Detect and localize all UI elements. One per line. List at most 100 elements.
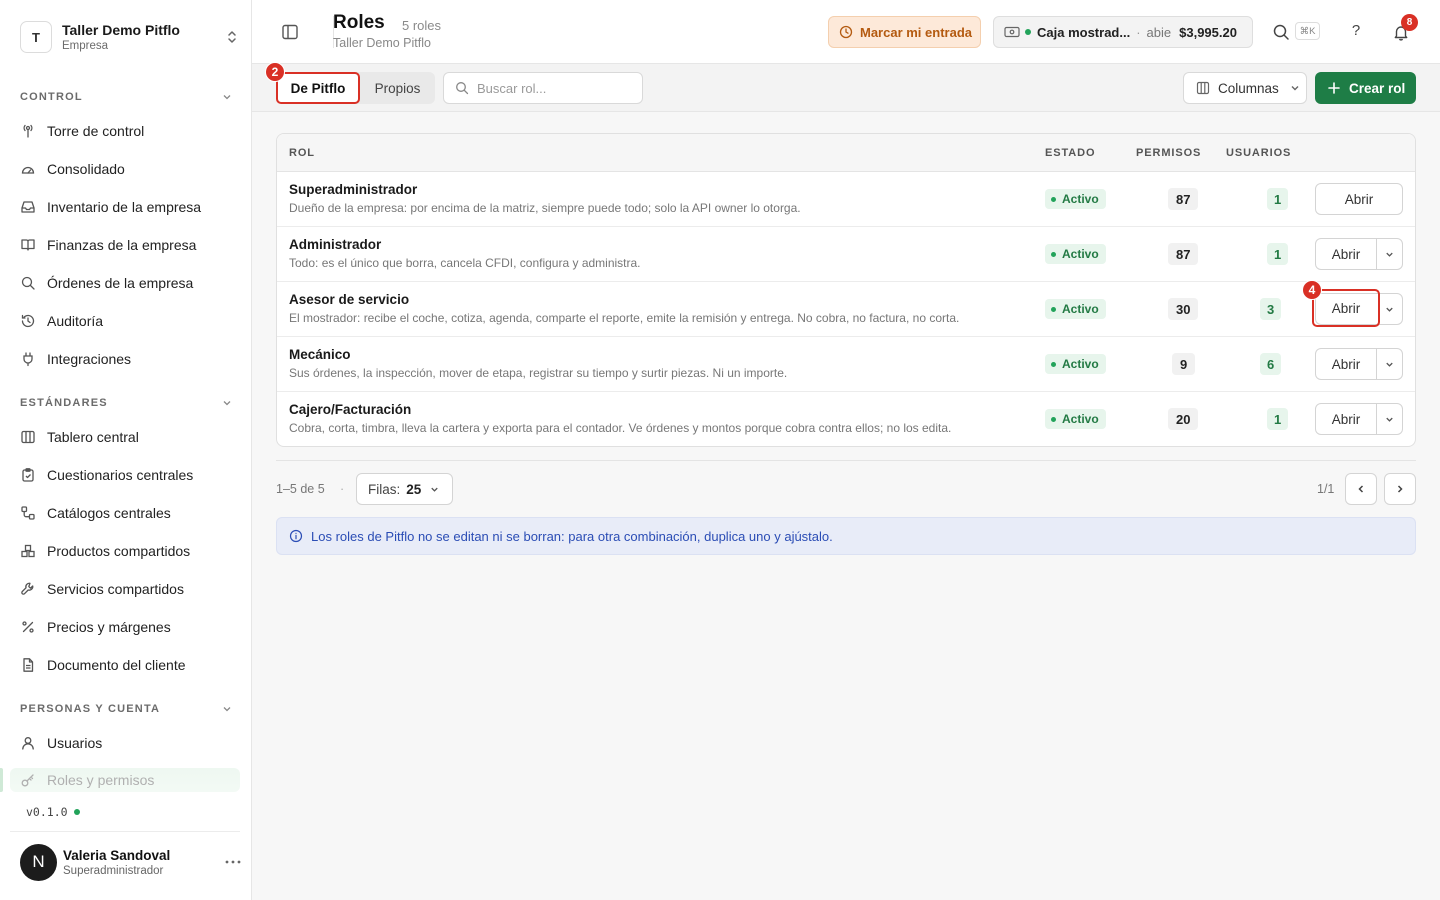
more-horizontal-icon[interactable] bbox=[224, 860, 242, 864]
sidebar-item-servicios[interactable]: Servicios compartidos bbox=[10, 572, 240, 606]
column-header-estado[interactable]: ESTADO bbox=[1045, 147, 1095, 159]
register-separator: · bbox=[1136, 24, 1141, 40]
version-status-dot bbox=[73, 809, 80, 815]
cash-register-selector[interactable]: Caja mostrad... · abie $3,995.20 bbox=[993, 16, 1253, 48]
company-type: Empresa bbox=[62, 40, 109, 52]
open-role-button[interactable]: Abrir bbox=[1315, 183, 1403, 215]
open-role-button[interactable]: Abrir bbox=[1316, 404, 1377, 434]
status-label: Activo bbox=[1062, 412, 1099, 426]
roles-table: ROL ESTADO PERMISOS USUARIOS Superadmini… bbox=[276, 133, 1416, 447]
sidebar-item-inventario[interactable]: Inventario de la empresa bbox=[10, 190, 240, 224]
table-row[interactable]: Asesor de servicio El mostrador: recibe … bbox=[277, 280, 1415, 337]
role-name: Cajero/Facturación bbox=[289, 402, 412, 417]
percent-icon bbox=[22, 621, 34, 633]
columns-button[interactable]: Columnas bbox=[1183, 72, 1307, 104]
open-role-button[interactable]: Abrir bbox=[1316, 239, 1377, 269]
section-personas-header[interactable]: PERSONAS Y CUENTA bbox=[20, 703, 232, 715]
status-badge: Activo bbox=[1045, 354, 1106, 374]
section-title: CONTROL bbox=[20, 91, 83, 103]
chevron-down-icon bbox=[1386, 252, 1393, 257]
company-switcher[interactable]: T Taller Demo Pitflo Empresa bbox=[20, 18, 240, 56]
tab-de-pitflo[interactable]: De Pitflo bbox=[276, 72, 360, 104]
search-icon bbox=[21, 276, 35, 290]
table-row[interactable]: Administrador Todo: es el único que borr… bbox=[277, 227, 1415, 282]
rows-per-page-select[interactable]: Filas: 25 bbox=[356, 473, 453, 505]
sidebar-item-tablero-central[interactable]: Tablero central bbox=[10, 420, 240, 454]
search-input[interactable] bbox=[477, 80, 627, 96]
column-header-rol[interactable]: ROL bbox=[289, 147, 315, 159]
chevron-right-icon bbox=[1397, 485, 1403, 493]
chevron-down-icon bbox=[223, 401, 231, 406]
users-count: 1 bbox=[1267, 408, 1289, 430]
user-menu[interactable]: N Valeria Sandoval Superadministrador bbox=[20, 843, 242, 881]
status-dot bbox=[1051, 306, 1056, 312]
role-actions-dropdown[interactable] bbox=[1377, 349, 1402, 379]
create-role-button[interactable]: Crear rol bbox=[1315, 72, 1416, 104]
notifications-badge: 8 bbox=[1401, 14, 1418, 31]
prev-page-button[interactable] bbox=[1345, 473, 1377, 505]
sidebar-item-label: Órdenes de la empresa bbox=[47, 275, 194, 291]
info-text: Los roles de Pitflo no se editan ni se b… bbox=[311, 528, 833, 544]
sidebar-item-usuarios[interactable]: Usuarios bbox=[10, 726, 240, 760]
search-icon[interactable] bbox=[1272, 23, 1290, 41]
pagination-range: 1–5 de 5 bbox=[276, 482, 325, 496]
tab-propios[interactable]: Propios bbox=[360, 72, 435, 104]
role-name: Superadministrador bbox=[289, 182, 418, 197]
clock-in-button[interactable]: Marcar mi entrada bbox=[828, 16, 981, 48]
open-role-split-button: Abrir bbox=[1312, 289, 1403, 327]
create-role-label: Crear rol bbox=[1349, 80, 1406, 96]
columns-label: Columnas bbox=[1218, 80, 1279, 96]
section-title: PERSONAS Y CUENTA bbox=[20, 703, 161, 715]
chevron-down-icon bbox=[431, 487, 439, 492]
sidebar-divider bbox=[10, 831, 240, 832]
open-role-button[interactable]: Abrir bbox=[1312, 289, 1380, 327]
table-row[interactable]: Mecánico Sus órdenes, la inspección, mov… bbox=[277, 337, 1415, 392]
sidebar-item-auditoria[interactable]: Auditoría bbox=[10, 304, 240, 338]
chevron-down-icon bbox=[223, 95, 231, 100]
chevron-down-icon bbox=[1291, 86, 1299, 91]
role-actions-dropdown[interactable] bbox=[1377, 294, 1402, 324]
register-open-dot bbox=[1025, 29, 1031, 35]
status-badge: Activo bbox=[1045, 244, 1106, 264]
status-badge: Activo bbox=[1045, 189, 1106, 209]
sidebar-item-integraciones[interactable]: Integraciones bbox=[10, 342, 240, 376]
section-estandares-header[interactable]: ESTÁNDARES bbox=[20, 397, 232, 409]
sidebar-item-label: Torre de control bbox=[47, 123, 145, 139]
table-row[interactable]: Cajero/Facturación Cobra, corta, timbra,… bbox=[277, 392, 1415, 446]
open-role-button[interactable]: Abrir bbox=[1316, 349, 1377, 379]
sidebar-item-documento[interactable]: Documento del cliente bbox=[10, 648, 240, 682]
table-header: ROL ESTADO PERMISOS USUARIOS bbox=[277, 134, 1415, 172]
next-page-button[interactable] bbox=[1384, 473, 1416, 505]
column-header-usuarios[interactable]: USUARIOS bbox=[1226, 147, 1291, 159]
role-description: Todo: es el único que borra, cancela CFD… bbox=[289, 256, 641, 270]
sidebar-item-ordenes[interactable]: Órdenes de la empresa bbox=[10, 266, 240, 300]
sidebar-item-label: Cuestionarios centrales bbox=[47, 467, 194, 483]
chevron-down-icon bbox=[1386, 417, 1393, 422]
sidebar-item-label: Catálogos centrales bbox=[47, 505, 171, 521]
page-title: Roles bbox=[333, 12, 385, 33]
sidebar-item-torre-de-control[interactable]: Torre de control bbox=[10, 114, 240, 148]
sidebar-item-cuestionarios[interactable]: Cuestionarios centrales bbox=[10, 458, 240, 492]
roles-count: 5 roles bbox=[402, 18, 442, 33]
help-button[interactable]: ? bbox=[1348, 22, 1364, 42]
column-header-permisos[interactable]: PERMISOS bbox=[1136, 147, 1201, 159]
sidebar-item-label: Integraciones bbox=[47, 351, 132, 367]
app-version: v0.1.0 bbox=[26, 805, 80, 819]
sidebar-toggle-icon[interactable] bbox=[280, 22, 300, 42]
role-actions-dropdown[interactable] bbox=[1377, 404, 1402, 434]
filter-bar: De Pitflo Propios 2 Columnas Crear rol bbox=[252, 62, 1440, 112]
table-row[interactable]: Superadministrador Dueño de la empresa: … bbox=[277, 172, 1415, 227]
search-field[interactable] bbox=[443, 72, 643, 104]
gauge-icon bbox=[21, 166, 35, 174]
sidebar-item-consolidado[interactable]: Consolidado bbox=[10, 152, 240, 186]
sidebar-item-productos[interactable]: Productos compartidos bbox=[10, 534, 240, 568]
active-indicator bbox=[0, 768, 3, 792]
sidebar-item-precios[interactable]: Precios y márgenes bbox=[10, 610, 240, 644]
role-description: El mostrador: recibe el coche, cotiza, a… bbox=[289, 311, 960, 325]
sidebar-item-catalogos[interactable]: Catálogos centrales bbox=[10, 496, 240, 530]
role-actions-dropdown[interactable] bbox=[1377, 239, 1402, 269]
sidebar-item-finanzas[interactable]: Finanzas de la empresa bbox=[10, 228, 240, 262]
sidebar-item-roles-y-permisos[interactable]: Roles y permisos bbox=[10, 768, 240, 792]
search-icon bbox=[456, 82, 469, 95]
section-control-header[interactable]: CONTROL bbox=[20, 91, 232, 103]
